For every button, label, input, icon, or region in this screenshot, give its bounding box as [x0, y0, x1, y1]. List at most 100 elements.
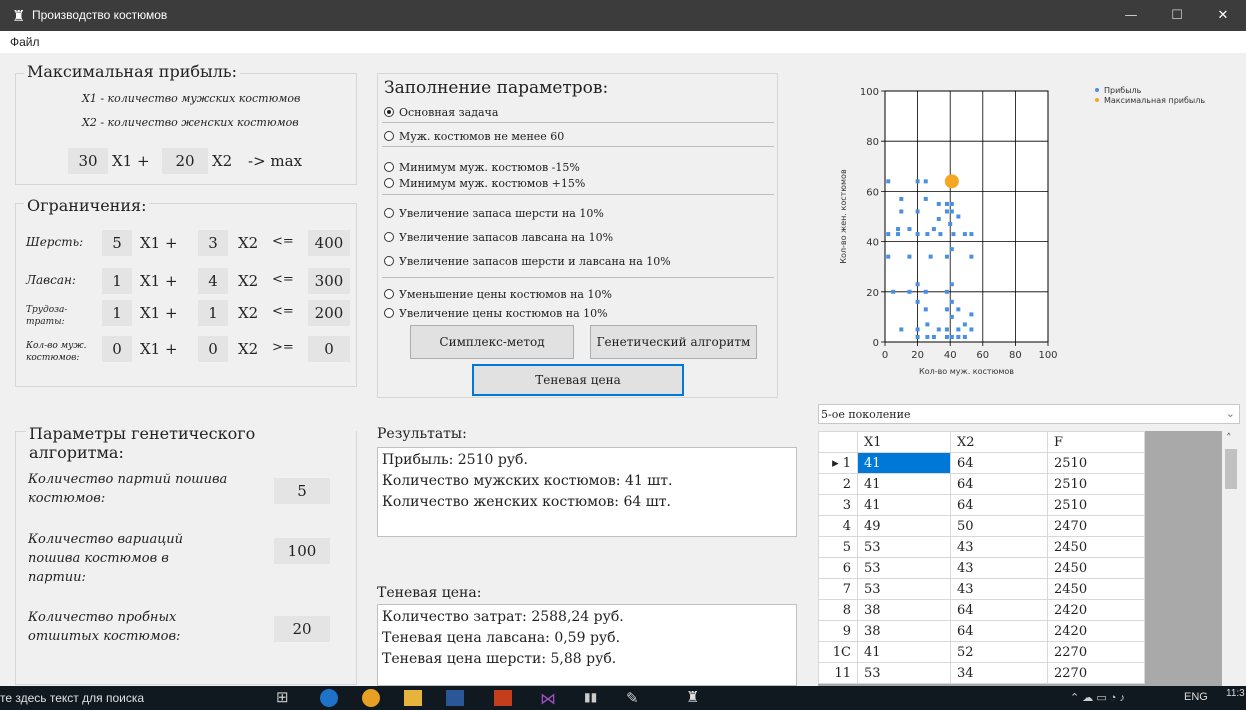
- clock[interactable]: 11:3: [1226, 688, 1245, 699]
- radio-button-icon[interactable]: [384, 289, 394, 299]
- table-row[interactable]: 6 53 43 2450: [818, 557, 1145, 579]
- column-header[interactable]: [818, 431, 858, 453]
- language-indicator[interactable]: ENG: [1184, 691, 1208, 703]
- constraint-rhs[interactable]: 0: [308, 336, 350, 362]
- radio-option[interactable]: Минимум муж. костюмов +15%: [384, 177, 585, 190]
- table-cell[interactable]: 41: [857, 452, 951, 474]
- radio-button-icon[interactable]: [384, 308, 394, 318]
- word-icon[interactable]: [446, 690, 464, 706]
- table-cell[interactable]: 2510: [1047, 473, 1145, 495]
- simplex-button[interactable]: Симплекс-метод: [410, 325, 574, 359]
- table-row[interactable]: 7 53 43 2450: [818, 578, 1145, 600]
- radio-button-icon[interactable]: [384, 162, 394, 172]
- suits-app-icon[interactable]: ♜: [686, 688, 699, 706]
- constraint-coef-a[interactable]: 0: [102, 336, 132, 362]
- constraint-coef-a[interactable]: 1: [102, 268, 132, 294]
- table-cell[interactable]: 52: [950, 641, 1048, 663]
- table-cell[interactable]: 2270: [1047, 662, 1145, 684]
- radio-button-icon[interactable]: [384, 178, 394, 188]
- row-header[interactable]: 3: [818, 494, 858, 516]
- table-row[interactable]: 2 41 64 2510: [818, 473, 1145, 495]
- radio-option[interactable]: Муж. костюмов не менее 60: [384, 130, 564, 143]
- tray-icons[interactable]: ⌃ ☁ ▭ ◔ ♪: [1070, 691, 1125, 704]
- radio-option[interactable]: Основная задача: [384, 106, 498, 119]
- row-header[interactable]: 1C: [818, 641, 858, 663]
- row-header[interactable]: 8: [818, 599, 858, 621]
- table-cell[interactable]: 34: [950, 662, 1048, 684]
- table-cell[interactable]: 64: [950, 473, 1048, 495]
- row-header[interactable]: 5: [818, 536, 858, 558]
- table-row[interactable]: 4 49 50 2470: [818, 515, 1145, 537]
- genetic-button[interactable]: Генетический алгоритм: [590, 325, 757, 359]
- generation-select[interactable]: 5-ое поколение ⌄: [818, 404, 1240, 424]
- table-cell[interactable]: 64: [950, 599, 1048, 621]
- table-row[interactable]: 11 53 34 2270: [818, 662, 1145, 684]
- results-textbox[interactable]: Прибыль: 2510 руб. Количество мужских ко…: [377, 447, 797, 537]
- column-header[interactable]: F: [1047, 431, 1145, 453]
- table-cell[interactable]: 53: [857, 662, 951, 684]
- table-cell[interactable]: 53: [857, 578, 951, 600]
- constraint-coef-a[interactable]: 1: [102, 300, 132, 326]
- table-row[interactable]: 9 38 64 2420: [818, 620, 1145, 642]
- paint-icon[interactable]: ✎: [626, 689, 639, 707]
- constraint-coef-b[interactable]: 4: [198, 268, 228, 294]
- radio-option[interactable]: Увеличение цены костюмов на 10%: [384, 307, 608, 320]
- menu-file[interactable]: Файл: [10, 35, 40, 49]
- maximize-button[interactable]: ☐: [1154, 0, 1200, 31]
- row-header[interactable]: 9: [818, 620, 858, 642]
- scroll-thumb[interactable]: [1225, 449, 1237, 489]
- table-cell[interactable]: 2450: [1047, 557, 1145, 579]
- table-cell[interactable]: 43: [950, 536, 1048, 558]
- table-cell[interactable]: 2420: [1047, 599, 1145, 621]
- scroll-up-icon[interactable]: ˄: [1226, 432, 1232, 445]
- radio-option[interactable]: Увеличение запасов лавсана на 10%: [384, 231, 613, 244]
- taskbar-search[interactable]: те здесь текст для поиска: [0, 691, 144, 705]
- row-header[interactable]: 6: [818, 557, 858, 579]
- column-header[interactable]: X1: [857, 431, 951, 453]
- constraint-rhs[interactable]: 200: [308, 300, 350, 326]
- visual-studio-icon[interactable]: ⋈: [540, 689, 556, 709]
- row-header[interactable]: ▸ 1: [818, 452, 858, 474]
- radio-option[interactable]: Увеличение запасов шерсти и лавсана на 1…: [384, 255, 671, 268]
- row-header[interactable]: 2: [818, 473, 858, 495]
- table-cell[interactable]: 38: [857, 599, 951, 621]
- table-cell[interactable]: 2450: [1047, 536, 1145, 558]
- row-header[interactable]: 7: [818, 578, 858, 600]
- minimize-button[interactable]: —: [1108, 0, 1154, 31]
- table-cell[interactable]: 64: [950, 494, 1048, 516]
- radio-button-icon[interactable]: [384, 208, 394, 218]
- shadow-price-button[interactable]: Теневая цена: [472, 364, 684, 396]
- profit-coef-x2[interactable]: 20: [162, 148, 208, 174]
- table-cell[interactable]: 2510: [1047, 494, 1145, 516]
- table-cell[interactable]: 50: [950, 515, 1048, 537]
- table-cell[interactable]: 49: [857, 515, 951, 537]
- table-cell[interactable]: 41: [857, 494, 951, 516]
- table-cell[interactable]: 2450: [1047, 578, 1145, 600]
- table-row[interactable]: 3 41 64 2510: [818, 494, 1145, 516]
- table-row[interactable]: 8 38 64 2420: [818, 599, 1145, 621]
- profit-coef-x1[interactable]: 30: [68, 148, 108, 174]
- radio-option[interactable]: Уменьшение цены костюмов на 10%: [384, 288, 612, 301]
- table-scrollbar[interactable]: ˄: [1222, 431, 1240, 686]
- table-row[interactable]: ▸ 1 41 64 2510: [818, 452, 1145, 474]
- radio-button-icon[interactable]: [384, 107, 394, 117]
- table-cell[interactable]: 41: [857, 473, 951, 495]
- row-header[interactable]: 4: [818, 515, 858, 537]
- task-view-icon[interactable]: ⊞: [276, 688, 289, 706]
- table-cell[interactable]: 2420: [1047, 620, 1145, 642]
- table-cell[interactable]: 43: [950, 557, 1048, 579]
- table-row[interactable]: 1C 41 52 2270: [818, 641, 1145, 663]
- constraint-coef-b[interactable]: 1: [198, 300, 228, 326]
- ga-variations-input[interactable]: 100: [274, 538, 330, 564]
- constraint-rhs[interactable]: 300: [308, 268, 350, 294]
- ga-samples-input[interactable]: 20: [274, 616, 330, 642]
- shadow-textbox[interactable]: Количество затрат: 2588,24 руб. Теневая …: [377, 604, 797, 686]
- ga-batches-input[interactable]: 5: [274, 478, 330, 504]
- constraint-coef-a[interactable]: 5: [102, 230, 132, 256]
- row-header[interactable]: 11: [818, 662, 858, 684]
- radio-button-icon[interactable]: [384, 131, 394, 141]
- explorer-icon[interactable]: [404, 690, 422, 706]
- table-cell[interactable]: 64: [950, 452, 1048, 474]
- table-cell[interactable]: 64: [950, 620, 1048, 642]
- constraint-coef-b[interactable]: 0: [198, 336, 228, 362]
